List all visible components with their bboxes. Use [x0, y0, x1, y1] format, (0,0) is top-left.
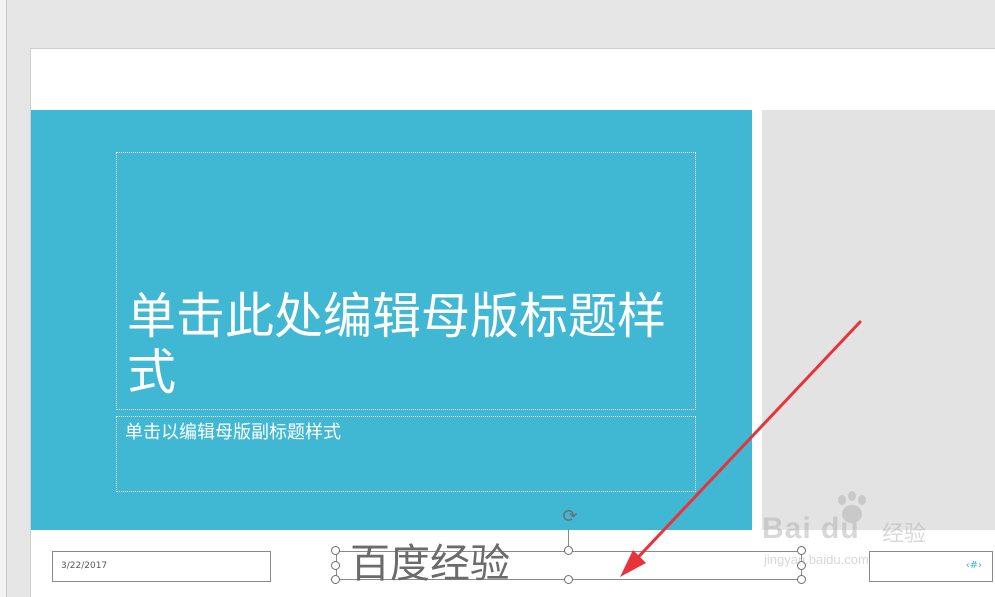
thumbnail-pane-edge: [0, 0, 7, 597]
subtitle-placeholder[interactable]: 单击以编辑母版副标题样式: [116, 416, 696, 492]
slide-number-text: ‹#›: [965, 560, 982, 571]
resize-handle-bottom-left[interactable]: [331, 575, 340, 584]
rotate-handle-stem: [568, 529, 569, 547]
resize-handle-top-left[interactable]: [331, 546, 340, 555]
baidu-watermark: Bai du 经验 jingyan.baidu.com: [762, 490, 952, 580]
watermark-url: jingyan.baidu.com: [764, 552, 869, 567]
date-text: 3/22/2017: [61, 561, 108, 571]
resize-handle-middle-left[interactable]: [331, 561, 340, 570]
rotate-handle-icon[interactable]: ⟳: [559, 506, 581, 528]
watermark-brand: Bai du: [762, 512, 860, 545]
subtitle-placeholder-text: 单击以编辑母版副标题样式: [125, 422, 341, 443]
title-placeholder-text: 单击此处编辑母版标题样式: [127, 288, 667, 401]
watermark-brand-cn: 经验: [882, 522, 927, 547]
footer-text: 百度经验: [350, 541, 510, 587]
date-placeholder[interactable]: 3/22/2017: [52, 551, 271, 582]
resize-handle-bottom-center[interactable]: [564, 575, 573, 584]
title-placeholder[interactable]: 单击此处编辑母版标题样式: [116, 152, 696, 410]
resize-handle-top-center[interactable]: [564, 546, 573, 555]
right-decoration-panel: [762, 110, 995, 530]
